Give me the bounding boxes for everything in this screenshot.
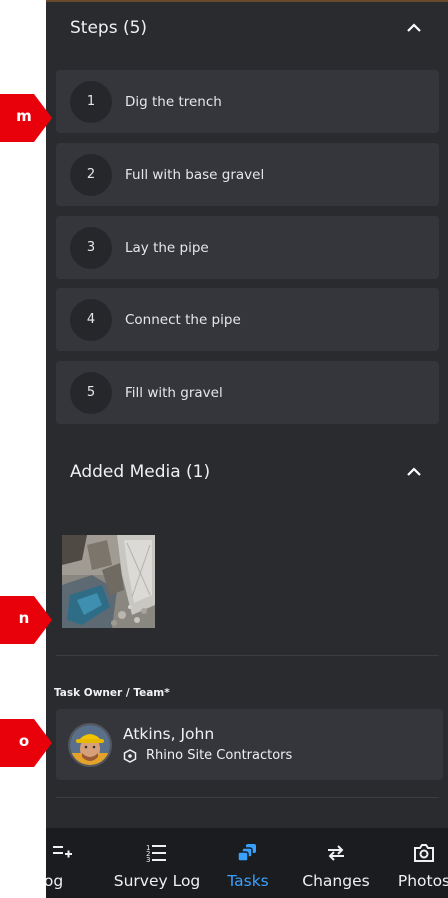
nav-label: Photos [397, 872, 448, 890]
annotation-marker-label: m [16, 107, 32, 125]
chevron-up-icon[interactable] [406, 23, 422, 33]
step-label: Full with base gravel [125, 166, 265, 183]
divider [56, 655, 439, 656]
trench-photo-image [62, 535, 155, 628]
list-icon: 1 2 3 [146, 842, 168, 864]
annotation-marker-label: o [18, 732, 30, 750]
team-hub-icon [123, 748, 137, 763]
media-thumbnail[interactable] [62, 535, 155, 628]
task-detail-panel: Steps (5) 1 Dig the trench 2 Full with b… [46, 0, 448, 898]
bottom-nav: Site Log 1 2 3 Survey Log [46, 828, 448, 898]
nav-label: Tasks [227, 872, 269, 890]
step-item[interactable]: 5 Fill with gravel [56, 361, 439, 424]
task-owner-label: Task Owner / Team* [54, 687, 170, 699]
nav-tasks[interactable]: Tasks [217, 828, 279, 898]
tasks-icon [237, 842, 259, 864]
step-item[interactable]: 1 Dig the trench [56, 70, 439, 133]
owner-team: Rhino Site Contractors [123, 748, 292, 763]
step-item[interactable]: 2 Full with base gravel [56, 143, 439, 206]
step-item[interactable]: 3 Lay the pipe [56, 216, 439, 279]
owner-name: Atkins, John [123, 725, 215, 743]
annotation-marker-label: n [18, 609, 30, 627]
task-owner-card[interactable]: Atkins, John Rhino Site Contractors [56, 709, 443, 780]
media-section-header[interactable]: Added Media (1) [46, 445, 448, 499]
steps-section-header[interactable]: Steps (5) [46, 1, 448, 55]
nav-label: Site Log [46, 872, 64, 890]
avatar [68, 723, 112, 767]
add-list-icon [51, 842, 73, 864]
step-number: 4 [70, 298, 112, 341]
nav-photos[interactable]: Photos [394, 828, 448, 898]
steps-section-title: Steps (5) [70, 18, 148, 38]
nav-survey-log[interactable]: 1 2 3 Survey Log [107, 828, 207, 898]
step-label: Lay the pipe [125, 239, 209, 256]
media-section-title: Added Media (1) [70, 462, 211, 482]
step-label: Dig the trench [125, 93, 222, 110]
step-label: Fill with gravel [125, 384, 223, 401]
svg-text:3: 3 [146, 856, 150, 863]
worker-avatar-image [70, 725, 110, 765]
chevron-up-icon[interactable] [406, 467, 422, 477]
swap-arrows-icon [325, 842, 347, 864]
nav-label: Changes [302, 872, 370, 890]
step-number: 5 [70, 371, 112, 414]
nav-changes[interactable]: Changes [294, 828, 378, 898]
step-number: 3 [70, 226, 112, 269]
step-number: 1 [70, 80, 112, 123]
camera-icon [413, 842, 435, 864]
nav-label: Survey Log [113, 872, 201, 890]
step-item[interactable]: 4 Connect the pipe [56, 288, 439, 351]
owner-team-label: Rhino Site Contractors [146, 748, 293, 763]
step-number: 2 [70, 153, 112, 196]
divider [56, 797, 439, 798]
nav-site-log[interactable]: Site Log [46, 828, 92, 898]
step-label: Connect the pipe [125, 311, 241, 328]
